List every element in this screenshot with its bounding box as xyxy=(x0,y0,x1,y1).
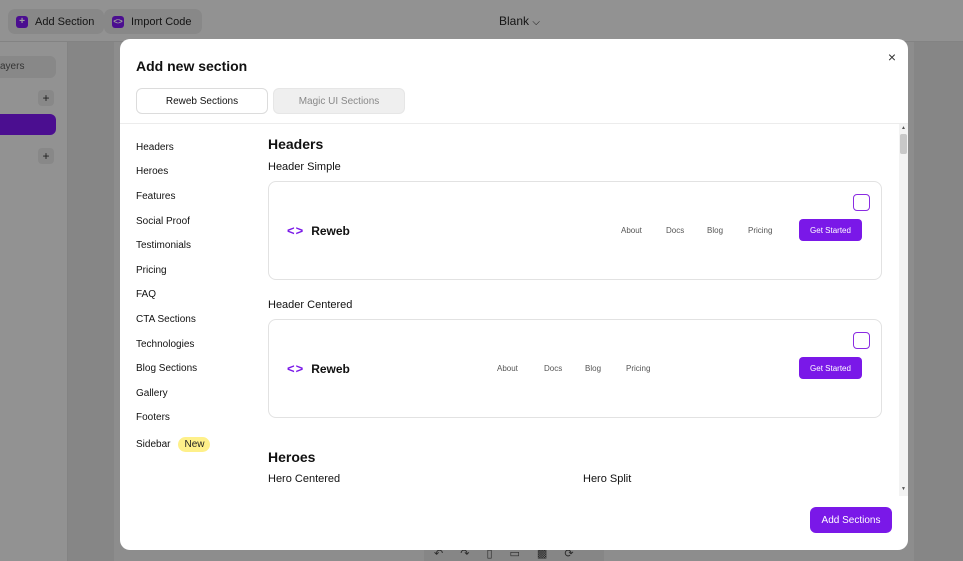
sidebar-item-sidebar[interactable]: Sidebar New xyxy=(136,432,256,457)
sidebar-item-label: Heroes xyxy=(136,166,169,178)
sidebar-item-pricing[interactable]: Pricing xyxy=(136,258,256,283)
sidebar-item-label: CTA Sections xyxy=(136,313,196,325)
nav-link: Blog xyxy=(707,226,724,235)
code-brackets-icon: <> xyxy=(287,361,305,376)
sidebar-item-blog-sections[interactable]: Blog Sections xyxy=(136,356,256,381)
nav-link: Docs xyxy=(544,364,563,373)
sidebar-item-label: Headers xyxy=(136,141,174,153)
modal-title: Add new section xyxy=(136,58,248,74)
sidebar-item-gallery[interactable]: Gallery xyxy=(136,381,256,406)
header-centered-title: Header Centered xyxy=(268,299,353,311)
code-brackets-icon: <> xyxy=(287,223,305,238)
sidebar-item-label: Gallery xyxy=(136,387,168,399)
select-checkbox[interactable] xyxy=(853,332,870,349)
sidebar-item-label: Sidebar xyxy=(136,438,171,450)
get-started-button: Get Started xyxy=(799,219,862,241)
sidebar-item-features[interactable]: Features xyxy=(136,184,256,209)
scrollbar[interactable]: ▲ ▼ xyxy=(899,124,908,496)
sidebar-item-headers[interactable]: Headers xyxy=(136,135,256,160)
sidebar-item-cta-sections[interactable]: CTA Sections xyxy=(136,307,256,332)
nav-link: About xyxy=(621,226,642,235)
scroll-up-icon[interactable]: ▲ xyxy=(900,125,907,131)
tab-reweb-sections[interactable]: Reweb Sections xyxy=(136,88,268,114)
sidebar-item-label: Testimonials xyxy=(136,240,192,252)
nav-link: Docs xyxy=(666,226,685,235)
heroes-heading: Heroes xyxy=(268,449,316,465)
nav-link: About xyxy=(497,364,518,373)
nav-links: About Docs Blog Pricing xyxy=(621,226,788,235)
sidebar-item-label: Technologies xyxy=(136,338,195,350)
select-checkbox[interactable] xyxy=(853,194,870,211)
logo: <> Reweb xyxy=(287,361,350,376)
header-centered-preview[interactable]: <> Reweb About Docs Blog Pricing Get Sta… xyxy=(268,319,882,418)
header-simple-title: Header Simple xyxy=(268,161,341,173)
logo-text: Reweb xyxy=(311,223,350,238)
sidebar-item-testimonials[interactable]: Testimonials xyxy=(136,233,256,258)
headers-heading: Headers xyxy=(268,136,324,152)
tab-magic-ui-sections[interactable]: Magic UI Sections xyxy=(273,88,405,114)
nav-links: About Docs Blog Pricing xyxy=(497,364,666,373)
sidebar-item-technologies[interactable]: Technologies xyxy=(136,332,256,357)
sidebar-item-label: Pricing xyxy=(136,264,167,276)
nav-link: Pricing xyxy=(748,226,773,235)
sidebar-item-faq[interactable]: FAQ xyxy=(136,283,256,308)
sidebar-item-label: FAQ xyxy=(136,289,157,301)
header-simple-preview[interactable]: <> Reweb About Docs Blog Pricing Get Sta… xyxy=(268,181,882,280)
hero-centered-title: Hero Centered xyxy=(268,473,341,485)
sidebar-item-footers[interactable]: Footers xyxy=(136,406,256,431)
sidebar-item-label: Social Proof xyxy=(136,215,190,227)
sidebar-item-social-proof[interactable]: Social Proof xyxy=(136,209,256,234)
hero-split-title: Hero Split xyxy=(583,473,632,485)
get-started-button: Get Started xyxy=(799,357,862,379)
add-section-modal: Add new section × Reweb Sections Magic U… xyxy=(120,39,908,550)
sidebar-item-label: Blog Sections xyxy=(136,363,198,375)
category-sidebar: Headers Heroes Features Social Proof Tes… xyxy=(136,135,256,457)
add-sections-button[interactable]: Add Sections xyxy=(810,507,892,533)
sidebar-item-heroes[interactable]: Heroes xyxy=(136,160,256,185)
nav-link: Blog xyxy=(585,364,602,373)
logo-text: Reweb xyxy=(311,361,350,376)
sidebar-item-label: Features xyxy=(136,190,176,202)
close-icon[interactable]: × xyxy=(884,49,900,65)
nav-link: Pricing xyxy=(626,364,651,373)
sections-content: Headers Header Simple <> Reweb About Doc… xyxy=(268,124,898,494)
scroll-thumb[interactable] xyxy=(900,134,907,154)
sidebar-item-label: Footers xyxy=(136,412,170,424)
new-badge: New xyxy=(178,436,211,452)
logo: <> Reweb xyxy=(287,223,350,238)
scroll-down-icon[interactable]: ▼ xyxy=(900,486,907,492)
